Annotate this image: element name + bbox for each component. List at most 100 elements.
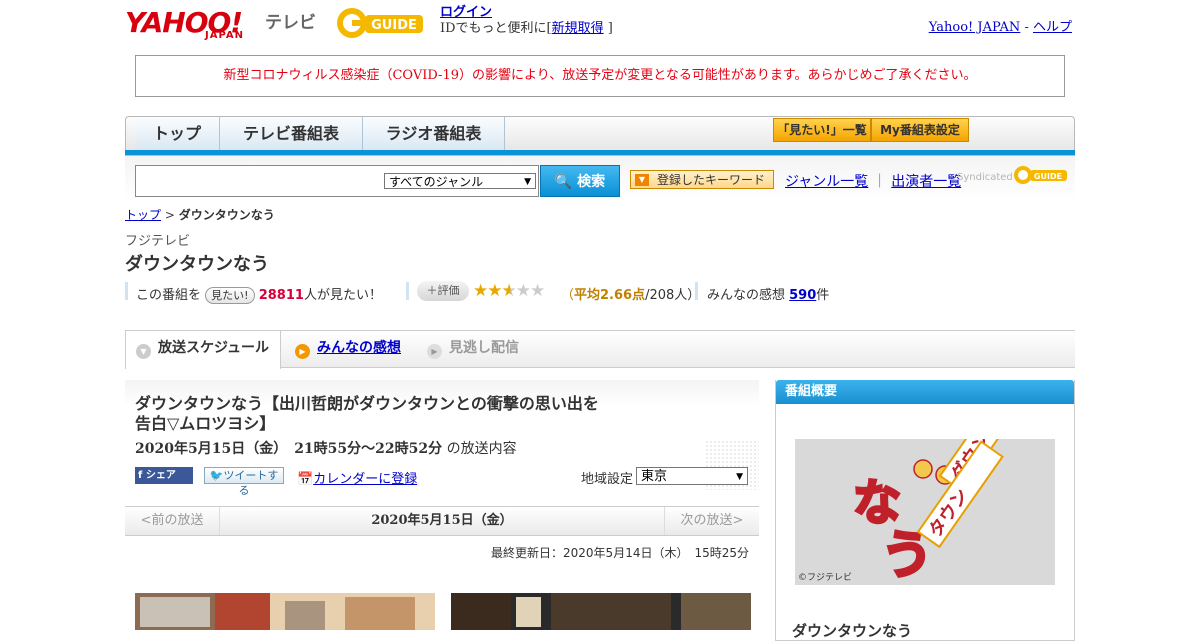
tweet-button[interactable]: 🐦ツイートする <box>204 467 284 497</box>
tv-label[interactable]: テレビ <box>265 8 316 33</box>
my-schedule-button[interactable]: My番組表設定 <box>871 118 969 142</box>
mitai-suffix: 人が見たい！ <box>303 288 382 303</box>
episode-datetime: 2020年5月15日（金） 21時55分～22時52分 の放送内容 <box>135 438 517 458</box>
yahoo-japan-text: JAPAN <box>205 30 244 41</box>
search-side-links: ジャンル一覧 ｜ 出演者一覧 <box>785 171 961 191</box>
program-overview-panel: 番組概要 な う ダウン タウン ©フジテレビ ダウンタウンなう <box>775 380 1075 641</box>
overview-program-name: ダウンタウンなう <box>792 622 913 640</box>
tab-catchup[interactable]: ▶ 見逃し配信 <box>427 331 519 367</box>
search-button[interactable]: 🔍 検索 <box>540 165 620 197</box>
svg-text:な: な <box>853 475 901 531</box>
rating-stars: ★★★★★ <box>473 281 545 301</box>
triangle-down-icon: ▼ <box>136 344 151 359</box>
chevron-down-icon: ▼ <box>736 472 743 482</box>
syndicated-label: Syndicated <box>957 172 1013 183</box>
gguide-small-logo: GUIDE <box>1014 166 1067 184</box>
nav-tab-tv-schedule[interactable]: テレビ番組表 <box>220 117 363 151</box>
gguide-logo[interactable]: GUIDE <box>335 6 427 40</box>
svg-text:GUIDE: GUIDE <box>371 18 417 33</box>
program-stats: この番組を 見たい! 28811人が見たい！ ＋評価 ★★★★★ （平均2.66… <box>125 281 1075 304</box>
rating-count: /208人） <box>645 288 701 303</box>
genre-list-link[interactable]: ジャンル一覧 <box>785 174 868 190</box>
genre-select-value: すべてのジャンル <box>389 175 484 189</box>
calendar-link[interactable]: カレンダーに登録 <box>313 472 417 487</box>
tab-catchup-label: 見逃し配信 <box>449 340 519 356</box>
mitai-count: 28811 <box>258 288 304 303</box>
mitai-button[interactable]: 見たい! <box>205 287 255 304</box>
episode-photo-image <box>451 593 751 630</box>
station-name: フジテレビ <box>125 234 191 249</box>
rate-button[interactable]: ＋評価 <box>417 281 469 301</box>
login-link[interactable]: ログイン <box>440 5 492 20</box>
tab-schedule-label: 放送スケジュール <box>158 340 270 356</box>
program-logo-image: な う ダウン タウン <box>795 439 1055 585</box>
tab-impressions[interactable]: ▶ みんなの感想 <box>295 331 401 367</box>
mitai-list-button[interactable]: 「見たい!」一覧 <box>773 118 871 142</box>
image-copyright: ©フジテレビ <box>798 573 853 583</box>
breadcrumb-top[interactable]: トップ <box>125 208 161 222</box>
search-bar: すべてのジャンル ▼ 🔍 検索 ▼ 登録したキーワード ジャンル一覧 ｜ 出演者… <box>125 156 1075 202</box>
region-select[interactable]: 東京 ▼ <box>636 467 748 485</box>
episode-datetime-value: 2020年5月15日（金） 21時55分～22時52分 <box>135 441 443 457</box>
keyword-button-label: 登録したキーワード <box>657 173 766 187</box>
calendar-icon: 📅 <box>297 472 314 487</box>
yahoo-japan-link[interactable]: Yahoo! JAPAN <box>929 20 1021 35</box>
mitai-stat: この番組を 見たい! 28811人が見たい！ <box>136 284 382 304</box>
facebook-icon: f <box>138 470 146 481</box>
overview-heading: 番組概要 <box>776 380 1074 404</box>
site-header: YAHOO! JAPAN テレビ GUIDE ログイン IDでもっと便利に[新規… <box>125 0 1075 50</box>
genre-select[interactable]: すべてのジャンル ▼ <box>384 173 536 189</box>
nav-tab-top[interactable]: トップ <box>135 117 220 151</box>
region-select-value: 東京 <box>641 469 668 484</box>
rating-open: （ <box>561 288 575 303</box>
tab-schedule[interactable]: ▼ 放送スケジュール <box>125 331 281 369</box>
episode-header: ダウンタウンなう【出川哲朗がダウンタウンとの衝撃の思い出を告白▽ムロツヨシ】 2… <box>125 380 759 497</box>
star-half-icon: ★ <box>501 281 517 301</box>
stat-divider <box>406 282 409 300</box>
twitter-icon: 🐦 <box>209 469 224 482</box>
registered-keyword-button[interactable]: ▼ 登録したキーワード <box>630 170 774 189</box>
breadcrumb-sep: > <box>161 208 179 222</box>
help-link[interactable]: ヘルプ <box>1033 20 1072 35</box>
covid-notice: 新型コロナウィルス感染症（COVID-19）の影響により、放送予定が変更となる可… <box>135 55 1065 97</box>
tweet-label: ツイートする <box>223 469 279 497</box>
page-title: ダウンタウンなう <box>125 254 269 275</box>
nav-tab-radio-schedule[interactable]: ラジオ番組表 <box>363 117 505 151</box>
broadcast-pager: 2020年5月15日（金） <前の放送 次の放送> <box>125 506 759 536</box>
rating-summary: （平均2.66点/208人） <box>561 284 700 303</box>
impressions-count-link[interactable]: 590 <box>789 288 816 303</box>
episode-photo <box>135 593 435 630</box>
program-key-visual: な う ダウン タウン ©フジテレビ <box>795 439 1055 585</box>
login-sub-suffix: ] <box>607 21 613 36</box>
next-broadcast-link[interactable]: 次の放送> <box>664 507 759 535</box>
facebook-share-label: シェア <box>145 470 176 481</box>
prev-broadcast-link[interactable]: <前の放送 <box>125 507 220 535</box>
top-right-links: Yahoo! JAPAN - ヘルプ <box>929 16 1072 35</box>
star-icon: ★ <box>473 281 488 301</box>
yahoo-logo[interactable]: YAHOO! JAPAN <box>125 6 244 41</box>
search-button-label: 検索 <box>577 174 606 190</box>
svg-text:GUIDE: GUIDE <box>1034 172 1062 181</box>
breadcrumb: トップ > ダウンタウンなう <box>125 206 275 223</box>
tab-impressions-label[interactable]: みんなの感想 <box>317 340 401 356</box>
region-label: 地域設定 <box>581 472 634 487</box>
stat-divider <box>125 282 128 300</box>
signup-link[interactable]: 新規取得 <box>552 21 604 36</box>
performer-list-link[interactable]: 出演者一覧 <box>891 174 961 190</box>
rate-button-label: 評価 <box>437 284 460 297</box>
stat-divider <box>695 282 698 300</box>
dropdown-triangle-icon: ▼ <box>635 174 649 186</box>
impressions-stat: みんなの感想 590件 <box>707 284 829 303</box>
last-updated: 最終更新日：2020年5月14日（木） 15時25分 <box>491 546 749 560</box>
star-icon: ★ <box>487 281 502 301</box>
facebook-share-button[interactable]: f シェア <box>135 467 193 484</box>
link-separator: - <box>1020 20 1033 35</box>
chevron-down-icon: ▼ <box>524 177 531 187</box>
search-icon: 🔍 <box>554 174 573 190</box>
star-icon: ★ <box>530 281 545 301</box>
triangle-right-icon: ▶ <box>427 344 442 359</box>
triangle-right-icon: ▶ <box>295 344 310 359</box>
episode-photo-image <box>135 593 435 630</box>
episode-datetime-suffix: の放送内容 <box>446 441 517 457</box>
rating-average: 平均2.66点 <box>574 288 646 303</box>
